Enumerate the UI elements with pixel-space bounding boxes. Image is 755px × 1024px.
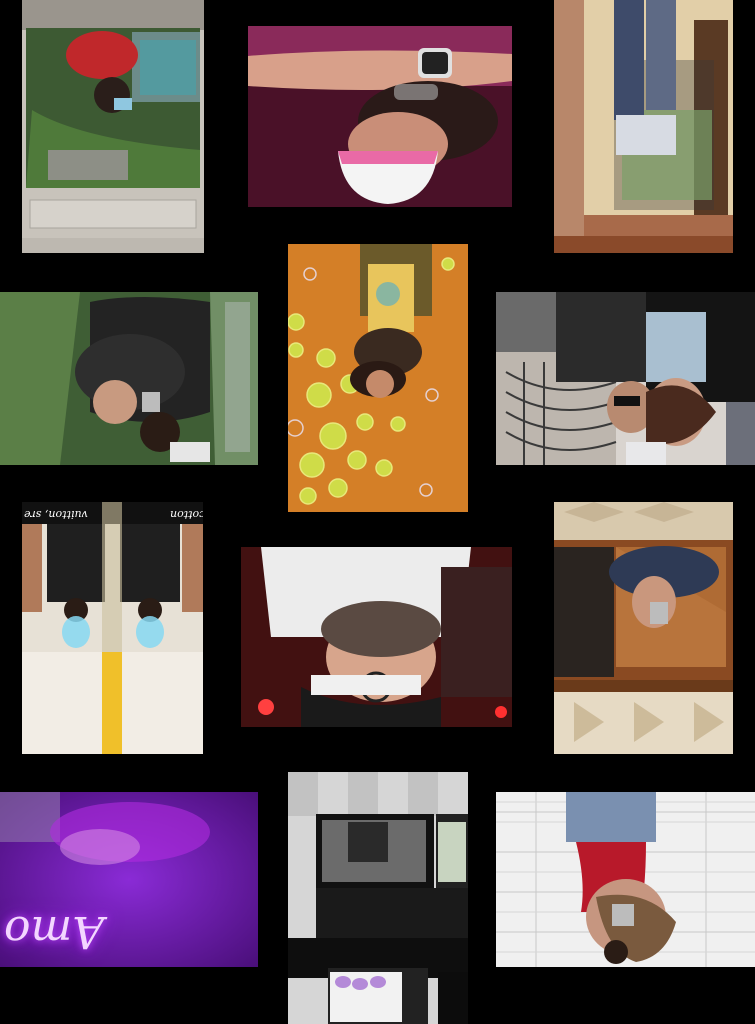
photo-7-sign-left: vuitton, sre [24, 508, 88, 521]
photo-collage: vuitton, sre cotton Amo [0, 0, 755, 1024]
photo-2-image [248, 26, 512, 207]
photo-mirror-selfie-plants [22, 0, 204, 253]
photo-12-image [496, 792, 755, 967]
photo-red-light-group [241, 547, 512, 727]
photo-1-image [22, 0, 204, 253]
photo-orange-citrus-wall [288, 244, 468, 512]
photo-stairs-mirror-selfie [554, 0, 733, 253]
photo-6-image [496, 292, 755, 465]
photo-7-image [22, 502, 203, 754]
photo-7-sign-right: cotton [170, 508, 203, 521]
photo-tiles-mirror-selfie [496, 792, 755, 967]
photo-3-image [554, 0, 733, 253]
photo-mirror-neon-duo: vuitton, sre cotton [22, 502, 203, 754]
photo-railing-selfie [496, 292, 755, 465]
photo-pink-mask-watch [248, 26, 512, 207]
photo-wood-frame-selfie [554, 502, 733, 754]
photo-5-image [288, 244, 468, 512]
photo-purple-neon-sign: Amo [0, 792, 258, 967]
photo-checkered-mirror [288, 772, 468, 1024]
photo-9-image [554, 502, 733, 754]
neon-sign-text: Amo [4, 906, 104, 957]
photo-4-image [0, 292, 258, 465]
photo-8-image [241, 547, 512, 727]
photo-11-image [288, 772, 468, 1024]
photo-leather-jackets-plants [0, 292, 258, 465]
